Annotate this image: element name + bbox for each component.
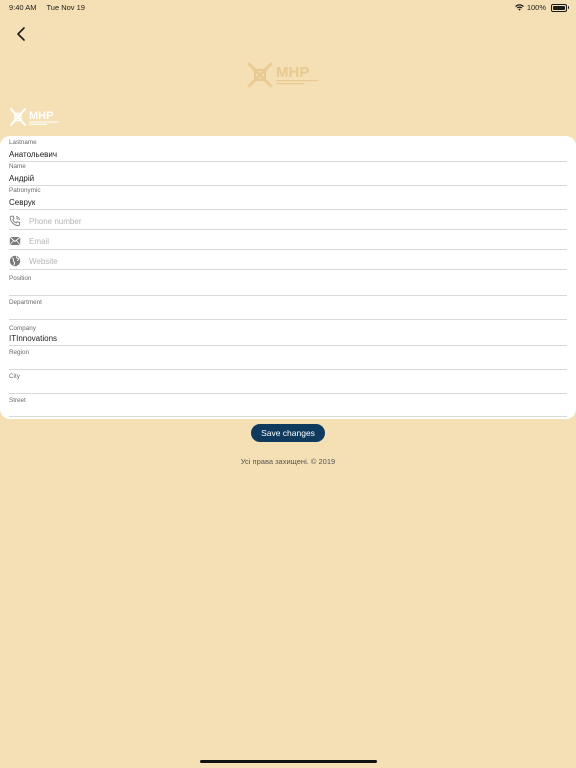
patronymic-value[interactable]: Севрук (9, 198, 35, 207)
name-value[interactable]: Андрій (9, 174, 34, 183)
chevron-left-icon[interactable] (13, 25, 31, 43)
phone-icon (9, 215, 21, 227)
save-changes-button[interactable]: Save changes (251, 424, 325, 442)
position-field[interactable]: Position (9, 275, 567, 296)
mhp-logo-watermark: MHP (247, 62, 318, 88)
status-bar: 9:40 AM Tue Nov 19 100% (0, 0, 576, 14)
mhp-logo: MHP (10, 108, 59, 126)
copyright-footer: Усі права захищені. © 2019 (240, 457, 336, 466)
website-placeholder: Website (29, 257, 58, 266)
region-label: Region (9, 349, 29, 356)
phone-placeholder: Phone number (29, 217, 82, 226)
department-label: Department (9, 299, 42, 306)
battery-percent: 100% (526, 3, 546, 12)
logo-small-text: MHP (29, 110, 53, 122)
city-label: City (9, 373, 20, 380)
city-field[interactable]: City (9, 373, 567, 394)
company-label: Company (9, 325, 36, 332)
street-field[interactable]: Street (9, 397, 567, 417)
company-field[interactable]: Company ITInnovations (9, 325, 567, 346)
lastname-field[interactable]: Lastname Анатольевич (9, 139, 567, 162)
globe-icon (9, 255, 21, 267)
name-field[interactable]: Name Андрій (9, 163, 567, 186)
wifi-icon (514, 4, 524, 11)
position-label: Position (9, 275, 32, 282)
envelope-icon (9, 236, 21, 246)
name-label: Name (9, 163, 26, 170)
company-value[interactable]: ITInnovations (9, 334, 57, 343)
status-date: Tue Nov 19 (46, 3, 85, 12)
email-field[interactable]: Email (9, 231, 567, 250)
status-time: 9:40 AM (9, 3, 37, 12)
street-label: Street (9, 397, 26, 404)
website-field[interactable]: Website (9, 251, 567, 270)
lastname-value[interactable]: Анатольевич (9, 150, 57, 159)
lastname-label: Lastname (9, 139, 37, 146)
home-indicator[interactable] (200, 760, 377, 763)
logo-big-text: MHP (276, 64, 309, 81)
region-field[interactable]: Region (9, 349, 567, 370)
patronymic-label: Patronymic (9, 187, 41, 194)
profile-form-card: Lastname Анатольевич Name Андрій Patrony… (0, 136, 576, 419)
email-placeholder: Email (29, 237, 50, 246)
department-field[interactable]: Department (9, 299, 567, 320)
phone-field[interactable]: Phone number (9, 211, 567, 230)
patronymic-field[interactable]: Patronymic Севрук (9, 187, 567, 210)
battery-icon (551, 3, 569, 12)
